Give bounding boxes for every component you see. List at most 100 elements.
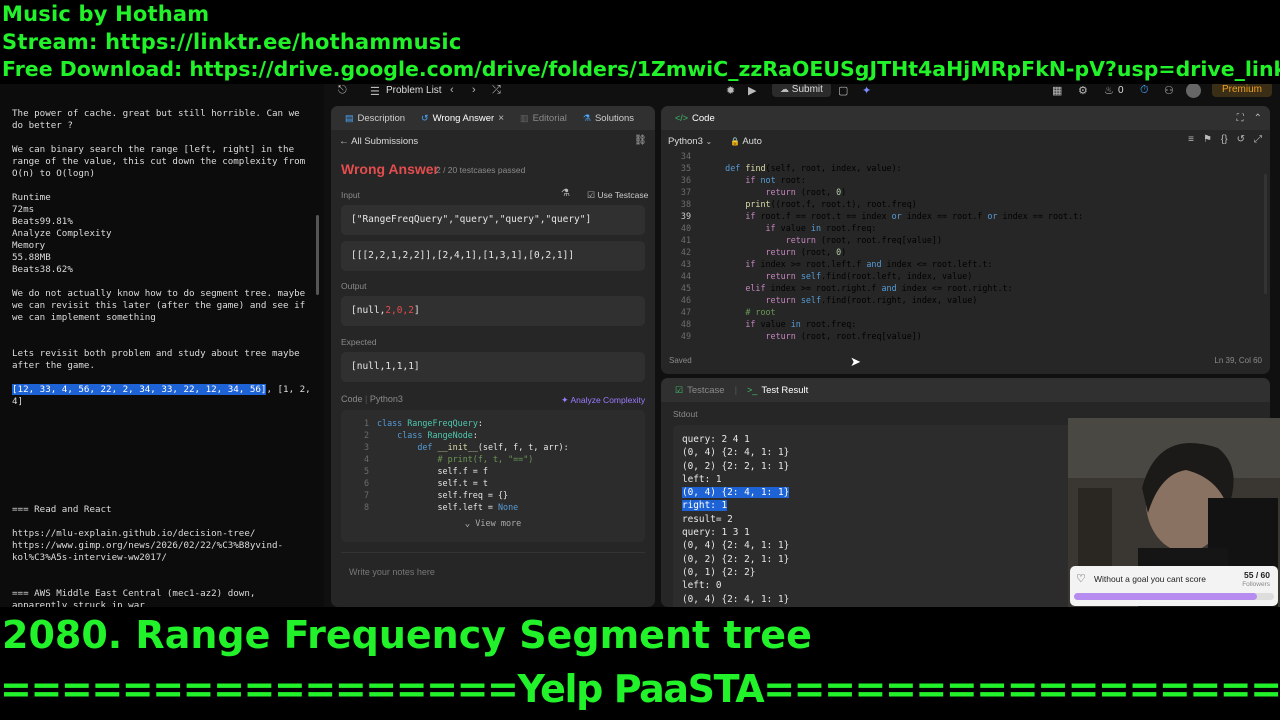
- code-line: 47 # root: [680, 307, 776, 317]
- code-editor[interactable]: 34 35 def find(self, root, index, value)…: [661, 150, 1261, 342]
- overlay-music-credit: Music by Hotham: [2, 2, 210, 26]
- code-line: 43 if index >= root.left.f and index <= …: [680, 259, 993, 269]
- notes-selected-text: [12, 33, 4, 56, 22, 2, 34, 33, 22, 12, 3…: [12, 384, 267, 395]
- overlay-stream-link: Stream: https://linktr.ee/hothammusic: [2, 30, 462, 54]
- sparkle-icon: ✦: [561, 395, 569, 405]
- code-line: 48 if value in root.freq:: [680, 319, 857, 329]
- analyze-complexity-button[interactable]: ✦ Analyze Complexity: [561, 395, 645, 406]
- tab-test-result[interactable]: >_ Test Result: [741, 385, 814, 396]
- problem-list-link[interactable]: Problem List: [386, 85, 442, 96]
- notes-stat: 72ms: [12, 204, 35, 215]
- tab-label: Description: [357, 112, 406, 124]
- goal-text: Without a goal you cant score: [1094, 574, 1206, 584]
- reset-icon[interactable]: ↺: [1237, 134, 1245, 145]
- timer-icon[interactable]: ⏱: [1140, 84, 1149, 97]
- close-tab-icon[interactable]: ×: [498, 113, 504, 124]
- maximize-icon[interactable]: ⛶: [1237, 113, 1244, 124]
- streak-icon[interactable]: ♨: [1104, 84, 1114, 97]
- submit-button[interactable]: ☁ Submit: [772, 82, 831, 97]
- prev-problem-icon[interactable]: ‹: [450, 84, 454, 96]
- run-icon[interactable]: ▶: [748, 84, 756, 97]
- code-line: 49 return (root, root.freq[value]): [680, 331, 922, 341]
- submit-label: Submit: [791, 84, 823, 95]
- share-link-icon[interactable]: ⛓: [634, 135, 647, 146]
- expected-label: Expected: [341, 337, 377, 347]
- tab-label: Code: [692, 112, 715, 124]
- screen: Music by Hotham Stream: https://linktr.e…: [0, 0, 1280, 720]
- testcases-passed: 2 / 20 testcases passed: [436, 165, 526, 175]
- use-testcase-label: Use Testcase: [597, 190, 649, 200]
- notes-stat: Beats38.62%: [12, 264, 73, 275]
- output-diff-values: 2,0,2: [385, 305, 414, 316]
- premium-button[interactable]: Premium: [1212, 82, 1273, 97]
- overlay-download-link: Free Download: https://drive.google.com/…: [2, 57, 1280, 81]
- notes-stat: Analyze Complexity: [12, 228, 112, 239]
- auto-toggle[interactable]: 🔒 Auto: [730, 136, 762, 147]
- use-testcase-button[interactable]: ☑ Use Testcase: [587, 190, 648, 201]
- collapse-icon[interactable]: ⌃: [1254, 113, 1262, 124]
- code-line: 41 return (root, root.freq[value]): [680, 235, 943, 245]
- submitted-code-box: 1 class RangeFreqQuery: 2 class RangeNode…: [341, 410, 645, 542]
- tab-description[interactable]: ▤ Description: [339, 113, 411, 124]
- notes-stat: 55.88MB: [12, 252, 51, 263]
- back-arrow-icon: ←: [339, 136, 349, 147]
- bookmark-icon[interactable]: ⚑: [1203, 134, 1212, 145]
- tab-solutions[interactable]: ⚗ Solutions: [577, 113, 640, 124]
- settings-icon[interactable]: ⚙: [1078, 84, 1088, 97]
- logo-icon[interactable]: ⎋: [338, 84, 347, 97]
- shuffle-icon[interactable]: ⤮: [492, 84, 501, 97]
- stdout-selected-text: right: 1: [682, 500, 728, 512]
- tab-label: Test Result: [761, 384, 809, 396]
- tab-wrong-answer[interactable]: ↺ Wrong Answer ×: [415, 113, 510, 124]
- layout-icon[interactable]: ▦: [1052, 84, 1062, 97]
- save-status: Saved: [669, 356, 692, 365]
- code-line: 34: [680, 151, 691, 161]
- all-submissions-link[interactable]: ← All Submissions: [339, 136, 418, 147]
- format-icon[interactable]: ≡: [1188, 134, 1194, 145]
- book-icon: ▥: [520, 112, 529, 123]
- code-line: 46 return self.find(root.right, index, v…: [680, 295, 978, 305]
- tab-testcase[interactable]: ☑ Testcase: [669, 385, 731, 396]
- tab-label: Testcase: [687, 384, 725, 396]
- code-brackets-icon: </>: [675, 113, 689, 123]
- view-more-button[interactable]: ⌄ View more: [341, 519, 645, 529]
- notes-editor[interactable]: The power of cache. great but still horr…: [0, 84, 324, 607]
- braces-icon[interactable]: {}: [1221, 134, 1228, 145]
- next-problem-icon[interactable]: ›: [472, 84, 476, 96]
- notes-array-line: [12, 33, 4, 56, 22, 2, 34, 33, 22, 12, 3…: [12, 384, 312, 408]
- tab-editorial[interactable]: ▥ Editorial: [514, 113, 573, 124]
- code-line: 8 self.left = None: [363, 502, 519, 512]
- all-submissions-label: All Submissions: [351, 136, 419, 147]
- mouse-cursor-icon: ➤: [850, 354, 861, 369]
- stream-overlay-top: Music by Hotham Stream: https://linktr.e…: [0, 0, 1280, 84]
- goal-progress-fill: [1074, 593, 1258, 600]
- overlay-ticker: =================Yelp PaaSTA============…: [0, 667, 1280, 711]
- tab-code[interactable]: </> Code: [669, 113, 721, 124]
- avatar[interactable]: [1186, 83, 1201, 98]
- notes-link[interactable]: https://mlu-explain.github.io/decision-t…: [12, 528, 312, 540]
- notes-link[interactable]: https://www.gimp.org/news/2026/02/22/%C3…: [12, 540, 312, 564]
- history-icon: ↺: [421, 112, 429, 123]
- code-line: 36 if not root:: [680, 175, 806, 185]
- input-label: Input: [341, 190, 360, 200]
- follower-goal-widget: ♡ Without a goal you cant score 55 / 60 …: [1070, 566, 1278, 606]
- heart-icon: ♡: [1076, 573, 1086, 585]
- add-friend-icon[interactable]: ⚇: [1164, 84, 1174, 97]
- notes-input[interactable]: Write your notes here: [341, 552, 645, 607]
- doc-icon: ▤: [345, 112, 354, 123]
- notes-stat: Runtime: [12, 192, 51, 203]
- code-line: 45 elif index >= root.right.f and index …: [680, 283, 1013, 293]
- editor-scrollbar[interactable]: [1264, 174, 1267, 294]
- result-tabbar: ☑ Testcase | >_ Test Result: [661, 378, 1270, 402]
- ai-sparkle-icon[interactable]: ✦: [862, 84, 871, 97]
- terminal-icon: >_: [747, 385, 758, 395]
- code-line: 3 def __init__(self, f, t, arr):: [363, 442, 569, 452]
- note-icon[interactable]: ▢: [838, 84, 848, 97]
- test-icon[interactable]: ⚗: [561, 188, 570, 199]
- expand-icon[interactable]: ⤢: [1254, 134, 1262, 145]
- notes-scrollbar[interactable]: [316, 215, 319, 295]
- debug-icon[interactable]: ✹: [726, 84, 735, 97]
- language-label: Python3: [668, 136, 703, 147]
- language-select[interactable]: Python3 ⌄: [668, 136, 712, 147]
- notes-stat: Beats99.81%: [12, 216, 73, 227]
